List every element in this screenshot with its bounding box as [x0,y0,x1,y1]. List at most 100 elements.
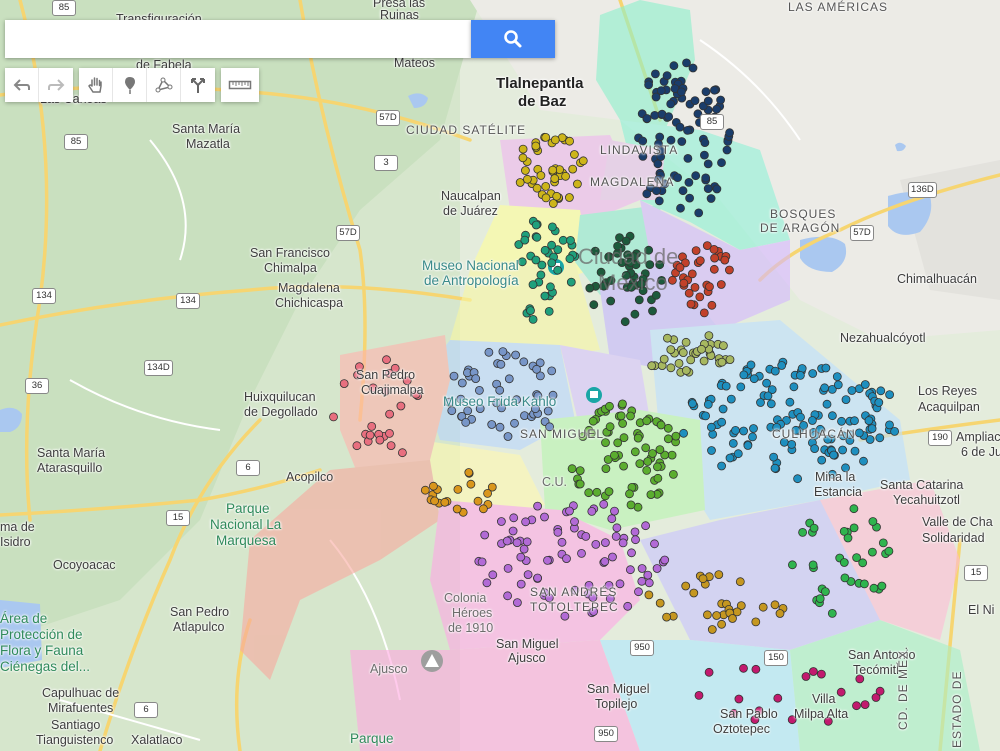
map-point[interactable] [578,156,588,166]
map-point[interactable] [808,560,818,570]
map-point[interactable] [553,527,563,537]
map-point[interactable] [677,87,686,97]
map-point[interactable] [678,186,688,196]
map-point[interactable] [875,686,885,696]
map-point[interactable] [850,446,860,456]
map-point[interactable] [820,383,829,393]
map-point[interactable] [385,409,395,419]
map-point[interactable] [710,253,719,263]
map-point[interactable] [440,497,450,507]
map-point[interactable] [849,504,859,514]
map-point[interactable] [694,691,704,700]
map-point[interactable] [876,386,886,396]
map-point[interactable] [457,378,467,388]
map-point[interactable] [662,71,672,80]
map-point[interactable] [712,611,721,620]
map-point[interactable] [663,423,673,433]
map-point[interactable] [725,355,735,365]
map-point[interactable] [653,159,663,169]
map-point[interactable] [531,141,541,151]
map-point[interactable] [770,600,780,610]
map-point[interactable] [635,459,645,469]
map-point[interactable] [725,265,734,275]
map-point[interactable] [512,538,522,548]
undo-button[interactable] [5,68,39,102]
map-point[interactable] [666,99,676,109]
map-point[interactable] [650,539,659,549]
map-point[interactable] [386,441,396,451]
map-point[interactable] [642,189,652,199]
map-point[interactable] [849,523,859,533]
map-point[interactable] [548,199,558,208]
map-point[interactable] [725,453,735,463]
map-point[interactable] [787,439,797,449]
map-point[interactable] [836,687,846,697]
map-point[interactable] [869,583,879,593]
map-point[interactable] [699,308,709,318]
map-point[interactable] [712,104,722,114]
add-marker-button[interactable] [113,68,147,102]
map-point[interactable] [496,359,506,369]
map-point[interactable] [517,257,527,267]
map-point[interactable] [644,80,653,90]
map-point[interactable] [531,220,541,230]
map-point[interactable] [623,601,633,611]
map-point[interactable] [510,418,519,428]
map-point[interactable] [565,506,574,516]
map-point[interactable] [828,411,837,421]
map-point[interactable] [532,232,542,242]
map-point[interactable] [626,500,636,510]
map-point[interactable] [613,438,623,448]
map-point[interactable] [703,184,713,194]
map-point[interactable] [526,306,535,316]
map-point[interactable] [798,528,807,537]
map-point[interactable] [382,355,391,365]
map-point[interactable] [868,517,878,526]
map-point[interactable] [769,452,778,462]
map-point[interactable] [449,371,459,381]
map-point[interactable] [521,166,530,175]
map-point[interactable] [890,426,899,436]
map-point[interactable] [717,357,727,367]
map-point[interactable] [523,570,533,579]
map-point[interactable] [626,411,635,421]
map-point[interactable] [618,419,627,428]
redo-button[interactable] [39,68,73,102]
map-point[interactable] [699,356,709,366]
map-point[interactable] [716,95,725,105]
map-point[interactable] [847,386,857,395]
map-point[interactable] [557,537,567,547]
map-point[interactable] [821,363,831,373]
map-point[interactable] [503,432,513,441]
map-point[interactable] [679,428,688,438]
map-point[interactable] [700,150,709,160]
map-point[interactable] [627,548,636,558]
map-point[interactable] [562,554,571,563]
map-point[interactable] [722,145,732,155]
map-point[interactable] [546,282,555,292]
map-point[interactable] [709,244,719,254]
map-point[interactable] [616,411,626,421]
map-point[interactable] [634,295,644,305]
map-point[interactable] [643,570,653,580]
map-point[interactable] [575,466,585,476]
map-point[interactable] [642,114,652,123]
poi-label[interactable]: Museo Frida Kahlo [443,395,556,409]
map-point[interactable] [687,269,697,279]
map-point[interactable] [518,144,528,154]
map-point[interactable] [726,394,736,404]
map-point[interactable] [796,370,805,380]
map-point[interactable] [573,179,582,189]
map-point[interactable] [637,576,647,586]
map-point[interactable] [607,514,617,524]
map-point[interactable] [656,420,666,430]
map-point[interactable] [669,61,679,71]
map-point[interactable] [810,444,819,454]
map-point[interactable] [568,164,578,174]
map-point[interactable] [548,165,558,175]
map-point[interactable] [677,137,687,146]
map-point[interactable] [751,664,761,674]
map-point[interactable] [631,535,640,545]
map-point[interactable] [689,588,699,598]
map-point[interactable] [868,547,877,557]
